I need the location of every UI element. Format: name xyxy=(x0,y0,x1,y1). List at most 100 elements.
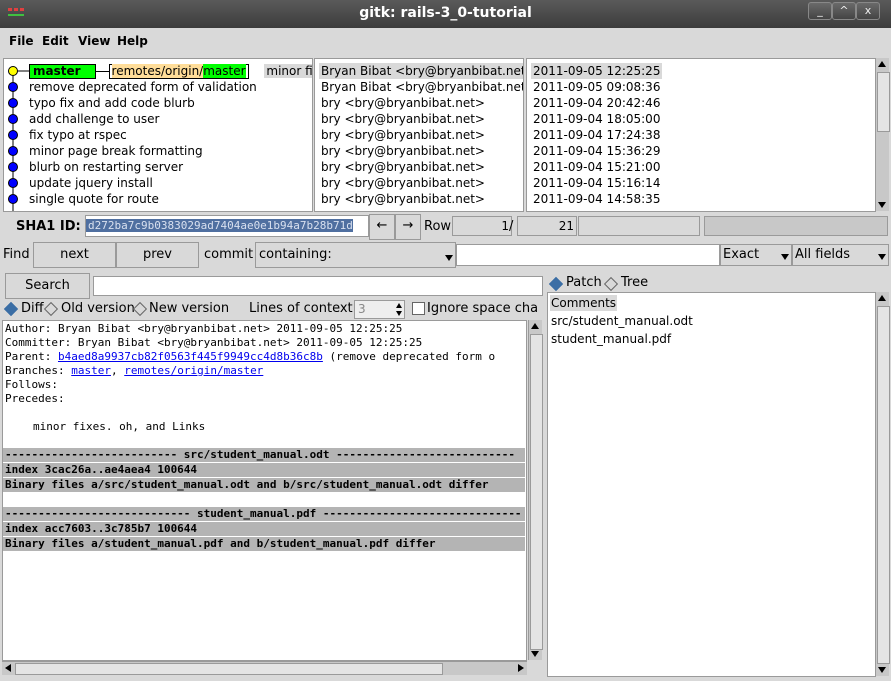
scroll-left-icon[interactable] xyxy=(5,664,11,672)
diff-radio[interactable] xyxy=(3,301,19,317)
details-vscrollbar[interactable] xyxy=(528,320,543,660)
parent-line: Parent: b4aed8a9937cb82f0563f445f9949cc4… xyxy=(5,350,496,363)
commit-date[interactable]: 2011-09-04 14:58:35 xyxy=(533,191,660,207)
diff-radio-label[interactable]: Diff xyxy=(21,301,44,316)
commit-subject[interactable]: single quote for route xyxy=(29,191,159,207)
scroll-thumb[interactable] xyxy=(530,334,543,650)
commit-date[interactable]: 2011-09-04 15:36:29 xyxy=(533,143,660,159)
spin-down-icon[interactable] xyxy=(396,311,402,316)
old-version-radio[interactable] xyxy=(43,301,59,317)
file-header[interactable]: -------------------------- src/student_m… xyxy=(3,448,525,462)
file-list-item[interactable]: student_manual.pdf xyxy=(551,331,671,347)
dropdown-arrow-icon xyxy=(878,254,886,260)
commit-subject[interactable]: blurb on restarting server xyxy=(29,159,183,175)
commit-node xyxy=(8,146,18,156)
head-commit-node xyxy=(8,66,18,76)
scroll-thumb[interactable] xyxy=(877,72,890,132)
patch-label[interactable]: Patch xyxy=(566,275,602,290)
commit-date[interactable]: 2011-09-04 15:16:14 xyxy=(533,175,660,191)
find-fields-select[interactable]: All fields xyxy=(792,244,889,266)
commit-author[interactable]: bry <bry@bryanbibat.net> xyxy=(321,95,485,111)
scroll-thumb[interactable] xyxy=(877,306,890,664)
commit-author[interactable]: bry <bry@bryanbibat.net> xyxy=(321,191,485,207)
scroll-up-icon[interactable] xyxy=(878,295,886,301)
commit-date[interactable]: 2011-09-05 09:08:36 xyxy=(533,79,660,95)
sha1-field[interactable]: d272ba7c9b0383029ad7404ae0e1b94a7b28b71d xyxy=(85,215,369,237)
scroll-up-icon[interactable] xyxy=(531,323,539,329)
commit-subject[interactable]: remove deprecated form of validation xyxy=(29,79,257,95)
menu-edit[interactable]: Edit xyxy=(42,34,69,48)
commit-node xyxy=(8,162,18,172)
commit-date[interactable]: 2011-09-04 15:21:00 xyxy=(533,159,660,175)
menu-file[interactable]: File xyxy=(9,34,34,48)
commit-subject[interactable]: add challenge to user xyxy=(29,111,159,127)
search-button[interactable]: Search xyxy=(5,273,90,299)
commit-author[interactable]: bry <bry@bryanbibat.net> xyxy=(321,127,485,143)
scroll-right-icon[interactable] xyxy=(518,664,524,672)
tree-label[interactable]: Tree xyxy=(621,275,648,290)
commit-date-pane[interactable]: 2011-09-05 12:25:25 2011-09-05 09:08:36 … xyxy=(526,58,876,212)
tree-radio[interactable] xyxy=(603,276,619,292)
context-spinbox[interactable]: 3 xyxy=(354,300,405,319)
old-version-label[interactable]: Old version xyxy=(61,301,135,316)
commit-node xyxy=(8,130,18,140)
file-list-pane[interactable]: Comments src/student_manual.odt student_… xyxy=(547,292,876,677)
row-label: Row xyxy=(424,219,452,234)
file-list-item[interactable]: src/student_manual.odt xyxy=(551,313,693,329)
commit-subject[interactable]: update jquery install xyxy=(29,175,153,191)
find-text-input[interactable] xyxy=(456,244,720,266)
commit-details-pane[interactable]: Author: Bryan Bibat <bry@bryanbibat.net>… xyxy=(2,320,527,661)
commit-subject[interactable]: fix typo at rspec xyxy=(29,127,127,143)
ignore-space-checkbox[interactable] xyxy=(412,302,425,315)
forward-arrow-icon[interactable]: → xyxy=(395,214,421,240)
new-version-radio[interactable] xyxy=(132,301,148,317)
commit-subject[interactable]: minor page break formatting xyxy=(29,143,203,159)
patch-radio[interactable] xyxy=(548,276,564,292)
parent-sha-link[interactable]: b4aed8a9937cb82f0563f445f9949cc4d8b36c8b xyxy=(58,350,323,363)
new-version-label[interactable]: New version xyxy=(149,301,229,316)
maximize-icon[interactable]: ^ xyxy=(832,2,856,20)
search-input[interactable] xyxy=(93,276,543,296)
commit-author[interactable]: bry <bry@bryanbibat.net> xyxy=(321,159,485,175)
commit-author[interactable]: bry <bry@bryanbibat.net> xyxy=(321,143,485,159)
file-header[interactable]: ---------------------------- student_man… xyxy=(3,507,525,521)
commit-row-selected[interactable]: master remotes/origin/master minor fixes.… xyxy=(29,63,312,79)
commit-author[interactable]: Bryan Bibat <bry@bryanbibat.net> xyxy=(319,63,523,79)
find-mode-select[interactable]: containing: xyxy=(255,242,456,268)
scroll-down-icon[interactable] xyxy=(531,651,539,657)
find-prev-button[interactable]: prev xyxy=(116,242,199,268)
commit-author[interactable]: bry <bry@bryanbibat.net> xyxy=(321,111,485,127)
commit-date[interactable]: 2011-09-04 18:05:00 xyxy=(533,111,660,127)
commit-date[interactable]: 2011-09-05 12:25:25 xyxy=(531,63,663,79)
branch-link-remote[interactable]: remotes/origin/master xyxy=(124,364,263,377)
file-list-scrollbar[interactable] xyxy=(875,292,890,676)
details-hscrollbar[interactable] xyxy=(2,661,527,675)
ignore-space-label[interactable]: Ignore space chan xyxy=(427,301,539,316)
commit-graph-pane[interactable]: master remotes/origin/master minor fixes.… xyxy=(3,58,313,212)
close-icon[interactable]: x xyxy=(856,2,880,20)
find-exact-select[interactable]: Exact xyxy=(720,244,792,266)
back-arrow-icon[interactable]: ← xyxy=(369,214,395,240)
commit-list-scrollbar[interactable] xyxy=(875,58,890,211)
commit-subject[interactable]: minor fixes. o xyxy=(264,64,312,78)
scroll-up-icon[interactable] xyxy=(878,61,886,67)
menu-view[interactable]: View xyxy=(78,34,110,48)
commit-subject[interactable]: typo fix and add code blurb xyxy=(29,95,195,111)
progress-field xyxy=(578,216,700,236)
commit-date[interactable]: 2011-09-04 17:24:38 xyxy=(533,127,660,143)
file-list-item-comments[interactable]: Comments xyxy=(550,295,618,311)
menu-help[interactable]: Help xyxy=(117,34,148,48)
hscroll-thumb[interactable] xyxy=(15,663,443,675)
commit-author[interactable]: Bryan Bibat <bry@bryanbibat.net> xyxy=(321,79,523,95)
commit-message: minor fixes. oh, and Links xyxy=(33,420,206,433)
find-next-button[interactable]: next xyxy=(33,242,116,268)
scroll-down-icon[interactable] xyxy=(878,667,886,673)
spin-up-icon[interactable] xyxy=(396,303,402,308)
scroll-down-icon[interactable] xyxy=(878,202,886,208)
commit-date[interactable]: 2011-09-04 20:42:46 xyxy=(533,95,660,111)
commit-author-pane[interactable]: Bryan Bibat <bry@bryanbibat.net> Bryan B… xyxy=(314,58,524,212)
branch-tag-master[interactable]: master xyxy=(29,64,96,79)
commit-author[interactable]: bry <bry@bryanbibat.net> xyxy=(321,175,485,191)
branch-link-master[interactable]: master xyxy=(71,364,111,377)
minimize-icon[interactable]: _ xyxy=(808,2,832,20)
